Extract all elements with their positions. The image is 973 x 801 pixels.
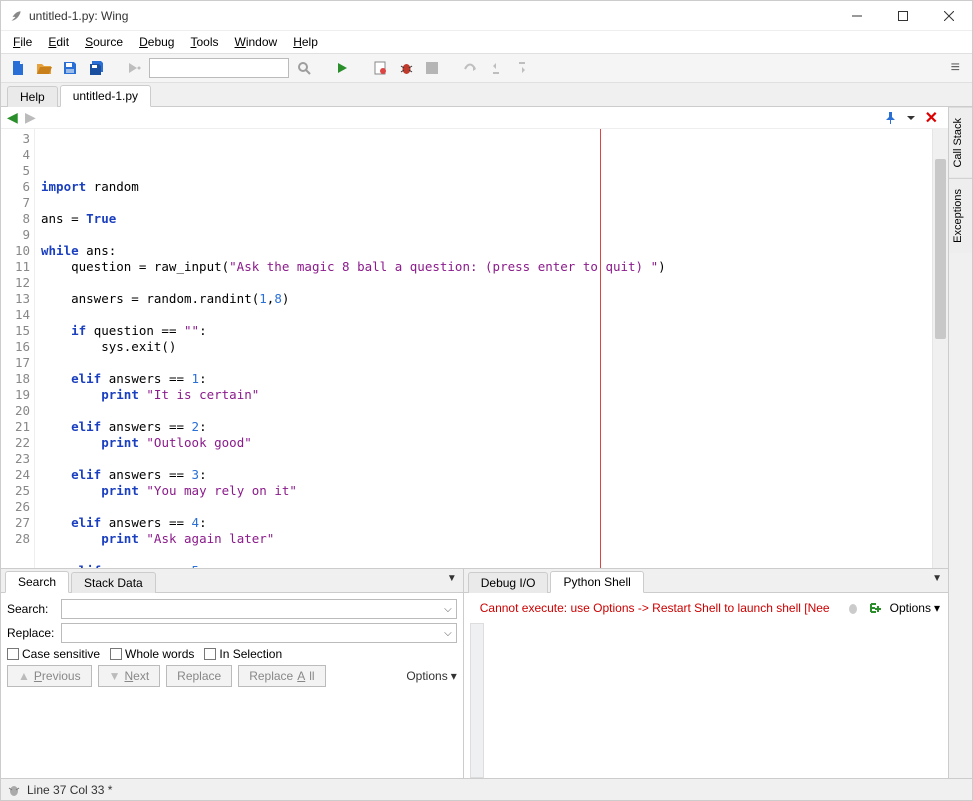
search-options-dropdown[interactable]: Options▾ (406, 669, 456, 683)
shell-bug-icon[interactable] (846, 601, 860, 615)
shell-options-dropdown[interactable]: Options▾ (890, 601, 940, 615)
pin-icon[interactable] (884, 111, 897, 124)
search-icon[interactable] (293, 57, 315, 79)
shell-error-message: Cannot execute: use Options -> Restart S… (472, 595, 838, 621)
statusbar: Line 37 Col 33 * (1, 778, 972, 800)
previous-button[interactable]: ▲Previous (7, 665, 92, 687)
vtab-exceptions[interactable]: Exceptions (949, 178, 972, 253)
step-out-icon[interactable] (511, 57, 533, 79)
check-whole-words[interactable]: Whole words (110, 647, 194, 661)
tab-debug-io[interactable]: Debug I/O (468, 572, 549, 593)
replace-combo[interactable] (61, 623, 457, 643)
close-button[interactable] (926, 1, 972, 31)
run-icon[interactable] (331, 57, 353, 79)
close-editor-icon[interactable]: ✕ (925, 108, 938, 128)
debug-file-icon[interactable] (369, 57, 391, 79)
editor[interactable]: 3456789101112131415161718192021222324252… (1, 129, 948, 568)
stop-icon[interactable] (421, 57, 443, 79)
code-area[interactable]: import random ans = True while ans: ques… (35, 129, 932, 568)
shell-gutter (470, 623, 484, 778)
status-text: Line 37 Col 33 * (27, 783, 112, 797)
maximize-button[interactable] (880, 1, 926, 31)
vtab-call-stack[interactable]: Call Stack (949, 107, 972, 178)
save-icon[interactable] (59, 57, 81, 79)
menu-file[interactable]: File (5, 33, 40, 51)
line-gutter: 3456789101112131415161718192021222324252… (1, 129, 35, 568)
chevron-down-icon[interactable] (905, 112, 917, 124)
bottom-left-tabs: Search Stack Data ▼ (1, 569, 463, 593)
menu-edit[interactable]: Edit (40, 33, 77, 51)
margin-line (600, 129, 601, 568)
right-side-tabs: Call Stack Exceptions (948, 107, 972, 778)
tab-file[interactable]: untitled-1.py (60, 85, 151, 107)
replace-all-button[interactable]: Replace All (238, 665, 325, 687)
new-file-icon[interactable] (7, 57, 29, 79)
shell-add-icon[interactable] (868, 601, 882, 615)
hamburger-icon[interactable]: ≡ (945, 59, 966, 77)
bottom-right-panel: Debug I/O Python Shell ▼ Cannot execute:… (464, 569, 948, 778)
bottom-right-tabs: Debug I/O Python Shell ▼ (464, 569, 948, 593)
tab-help[interactable]: Help (7, 86, 58, 107)
toolbar: ≡ (1, 53, 972, 83)
menu-tools[interactable]: Tools (182, 33, 226, 51)
app-icon (9, 9, 23, 23)
search-combo[interactable] (61, 599, 457, 619)
menu-window[interactable]: Window (227, 33, 286, 51)
panel-dropdown-icon[interactable]: ▼ (447, 573, 457, 584)
search-label: Search: (7, 602, 57, 616)
window-controls (834, 1, 972, 31)
toolbar-search-input[interactable] (149, 58, 289, 78)
document-tabstrip: Help untitled-1.py (1, 83, 972, 107)
nav-back-icon[interactable]: ◀ (7, 109, 25, 126)
panel-dropdown-icon[interactable]: ▼ (932, 573, 942, 584)
bottom-left-panel: Search Stack Data ▼ Search: Replace: Cas… (1, 569, 464, 778)
step-into-icon[interactable] (485, 57, 507, 79)
tab-stack-data[interactable]: Stack Data (71, 572, 156, 593)
menubar: File Edit Source Debug Tools Window Help (1, 31, 972, 53)
bug-icon[interactable] (395, 57, 417, 79)
nav-forward-icon[interactable]: ▶ (25, 109, 43, 126)
next-button[interactable]: ▼Next (98, 665, 161, 687)
search-panel: Search: Replace: Case sensitive Whole wo… (1, 593, 463, 693)
replace-button[interactable]: Replace (166, 665, 232, 687)
check-case-sensitive[interactable]: Case sensitive (7, 647, 100, 661)
replace-label: Replace: (7, 626, 57, 640)
titlebar: untitled-1.py: Wing (1, 1, 972, 31)
menu-debug[interactable]: Debug (131, 33, 182, 51)
status-bug-icon[interactable] (7, 783, 21, 797)
save-all-icon[interactable] (85, 57, 107, 79)
open-file-icon[interactable] (33, 57, 55, 79)
step-over-icon[interactable] (459, 57, 481, 79)
menu-source[interactable]: Source (77, 33, 131, 51)
shell-output[interactable] (490, 623, 942, 778)
goto-icon[interactable] (123, 57, 145, 79)
menu-help[interactable]: Help (285, 33, 326, 51)
editor-header: ◀ ▶ ✕ (1, 107, 948, 129)
minimize-button[interactable] (834, 1, 880, 31)
check-in-selection[interactable]: In Selection (204, 647, 282, 661)
window-title: untitled-1.py: Wing (29, 9, 834, 23)
scrollbar-thumb[interactable] (935, 159, 946, 339)
vertical-scrollbar[interactable] (932, 129, 948, 568)
tab-python-shell[interactable]: Python Shell (550, 571, 643, 593)
tab-search[interactable]: Search (5, 571, 69, 593)
